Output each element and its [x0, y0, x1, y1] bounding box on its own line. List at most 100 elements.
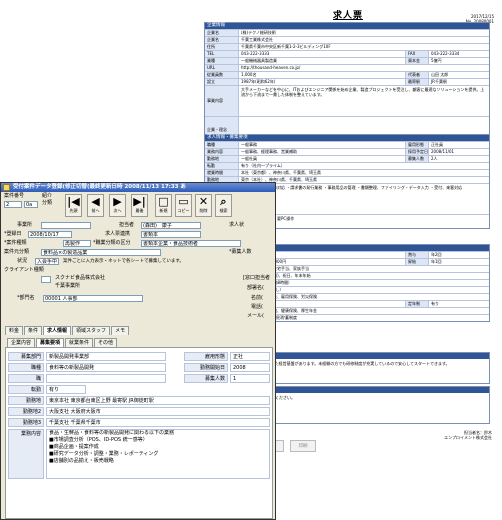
row-value: 千葉工業株式会社	[241, 37, 273, 42]
row-label: 勤務地	[205, 156, 239, 162]
document-footer: 担当者名：鈴木 エンプロイメント株式会社	[444, 430, 492, 440]
row-value: 一般事務、経理事務、営業補助	[241, 149, 297, 154]
location-field[interactable]: 東京本社 東京都台東区上野 最寄駅 JR御徒町駅	[46, 396, 270, 405]
recruit-label: *募集人数	[229, 249, 252, 255]
row-value: 千葉県千葉市中央区新千葉1-2-3ビルディング10F	[241, 44, 331, 49]
dept-field[interactable]	[41, 222, 91, 229]
search-record-button[interactable]: ⌕ 検索	[215, 194, 232, 217]
info-row: 業種 一般機械器具製造業 資本金 5億円	[205, 57, 489, 64]
row-label: 昇給	[405, 259, 429, 265]
contact-label: [窓口担当者	[243, 275, 270, 281]
tab-recruitment[interactable]: 募集要項	[36, 338, 65, 347]
row-value: 社員寮、保養所、財形貯蓄制度	[239, 315, 489, 321]
tab-memo[interactable]: メモ	[111, 326, 130, 335]
row-label: 従業員数	[205, 72, 239, 78]
tab-company[interactable]: 企業内容	[7, 338, 36, 347]
company-no-field[interactable]: 00001 人事部	[43, 295, 143, 302]
row-value: 完全週休2日制(土日)、祝日、年末年始	[239, 273, 489, 279]
row-label: 企業名	[205, 37, 239, 43]
state-note: 案件ごとに入力表示・ネットで各シートで募集しています。	[63, 259, 184, 264]
row-value: 東京（本社）、神奈川県、千葉県、埼玉県	[241, 177, 317, 182]
delete-icon: ✕	[198, 195, 209, 208]
case-no-suffix-field[interactable]: 0a	[24, 201, 38, 208]
type-label: *案件種類	[4, 240, 27, 246]
delete-record-button[interactable]: ✕ 削除	[195, 194, 212, 217]
location3-field[interactable]: 千葉支社 千葉県千葉市	[46, 418, 270, 427]
tab-work-conditions[interactable]: 就業条件	[65, 338, 94, 347]
print-button[interactable]: 印刷	[290, 440, 316, 452]
first-record-button[interactable]: |◀ 先頭	[65, 194, 82, 217]
work-detail-field[interactable]: 食品・生鮮品・食料等の新製品開発に関わる以下の業務 ■市場調査分析（POS、ID…	[46, 429, 270, 479]
info-block: 事業内容 大手メーカーなどを中心に、ITおよびエンジニア関係を始め企業、製造プロ…	[205, 85, 489, 116]
contact-mail-label: メール(	[247, 313, 264, 319]
next-icon: ▶	[113, 195, 122, 208]
main-tabs: 料金 条件 求人情報 領域スタッフ メモ	[5, 326, 130, 335]
row-value: 1,000名	[241, 72, 257, 77]
charge-field[interactable]: (森田) 康子	[141, 222, 201, 229]
prev-icon: ◀	[91, 195, 100, 208]
ref-field[interactable]: 食料品×の製造品業	[41, 249, 161, 256]
app-icon	[3, 184, 10, 191]
row-value: 有り	[431, 301, 439, 306]
detail-row: 勤務地 東京本社 東京都台東区上野 最寄駅 JR御徒町駅	[8, 396, 270, 405]
work-detail-row: 業務内容 食品・生鮮品・食料等の新製品開発に関わる以下の業務 ■市場調査分析（P…	[8, 429, 270, 479]
tab-fee[interactable]: 料金	[5, 326, 24, 335]
copy-record-button[interactable]: ▭ コピー	[175, 194, 192, 217]
new-record-button[interactable]: □ 新規	[155, 194, 172, 217]
last-icon: ▶|	[133, 195, 146, 208]
reg-date-field[interactable]: 2008/10/17	[28, 231, 72, 238]
row-value: 2人	[431, 156, 438, 161]
dept-value-field[interactable]: 新製品開発事業部	[46, 352, 166, 361]
start-date-field[interactable]: 2008	[230, 363, 270, 372]
location2-field[interactable]: 大阪支社 大阪府大阪市	[46, 407, 270, 416]
row-value: 一般社員	[241, 156, 257, 161]
tab-staff[interactable]: 領域スタッフ	[72, 326, 111, 335]
tab-job-info[interactable]: 求人情報	[43, 326, 72, 335]
row-value: 1987年(昭和62年)	[241, 79, 276, 84]
row-value: (株)テクノ総研技術	[241, 30, 276, 35]
window-titlebar[interactable]: 受付案件データ登録(修正切替(最終更新日時 2008/11/13 17:33 あ	[1, 183, 275, 192]
status-value: 分類	[42, 200, 53, 206]
next-record-button[interactable]: ▶ 次へ	[109, 194, 126, 217]
row-value: 5億円	[431, 58, 442, 63]
entry-select[interactable]: 書類本	[141, 231, 201, 238]
info-row: 従業員数 1,000名 代表者 山田 太郎	[205, 71, 489, 78]
tab-other[interactable]: その他	[94, 338, 118, 347]
detail-row: 勤務地2 大阪支社 大阪府大阪市	[8, 407, 270, 416]
info-row: 就業時間 本社（東京都）、神奈川県、千葉県、埼玉県	[205, 169, 489, 176]
row-label: FAX	[405, 51, 429, 57]
client-name: スクナビ食品株式会社	[55, 275, 106, 281]
detail-row: 勤務地3 千葉支社 千葉県千葉市	[8, 418, 270, 427]
row-value: 一般事務	[241, 142, 257, 147]
new-document-icon: □	[158, 195, 169, 208]
window-title: 受付案件データ登録(修正切替(最終更新日時 2008/11/13 17:33 あ	[13, 184, 186, 190]
info-row: 転勤 有り（社内一プライム）	[205, 162, 489, 169]
row-label: 業種	[205, 58, 239, 64]
row-value: 043-222-3333	[241, 51, 270, 56]
tab-conditions[interactable]: 条件	[24, 326, 43, 335]
employment-type-field[interactable]: 正社	[230, 352, 270, 361]
row-value: 有り（社内一プライム）	[241, 163, 285, 168]
row-value: 雇用保険、労災保険、健康保険、厚生年金	[241, 308, 317, 313]
job-type-field[interactable]: 食料等の新製品開発	[46, 363, 166, 372]
info-row: 職種 一般事務 雇用形態 正社員	[205, 141, 489, 148]
category-field[interactable]: 書類本企業・食品技術者	[141, 240, 241, 247]
prev-record-button[interactable]: ◀ 前へ	[87, 194, 104, 217]
transfer-field[interactable]: 有り	[46, 385, 86, 394]
case-no-field[interactable]: 2	[4, 201, 22, 208]
row-label: 代表者	[405, 72, 429, 78]
client-lookup-button[interactable]	[41, 276, 51, 283]
row-value: 健康保険、厚生年金、雇用保険、労災保険	[241, 294, 317, 299]
row-label: 業務内容	[205, 149, 239, 155]
row-label: 採用予定日	[405, 149, 429, 155]
row-value: 交通費全額支給、住宅手当、家族手当	[239, 266, 489, 272]
contact-dept-label: 部署名(	[247, 285, 264, 291]
row-label: 最寄駅	[405, 79, 429, 85]
state-select[interactable]: 入会手中	[35, 258, 59, 265]
row-value: 9:00〜18:00（実働8時間）	[239, 280, 489, 286]
position-field[interactable]	[46, 374, 166, 383]
last-record-button[interactable]: ▶| 最後	[131, 194, 148, 217]
type-field[interactable]: 再製作	[63, 240, 91, 247]
first-icon: |◀	[67, 195, 80, 208]
headcount-field[interactable]: 1	[230, 374, 270, 383]
